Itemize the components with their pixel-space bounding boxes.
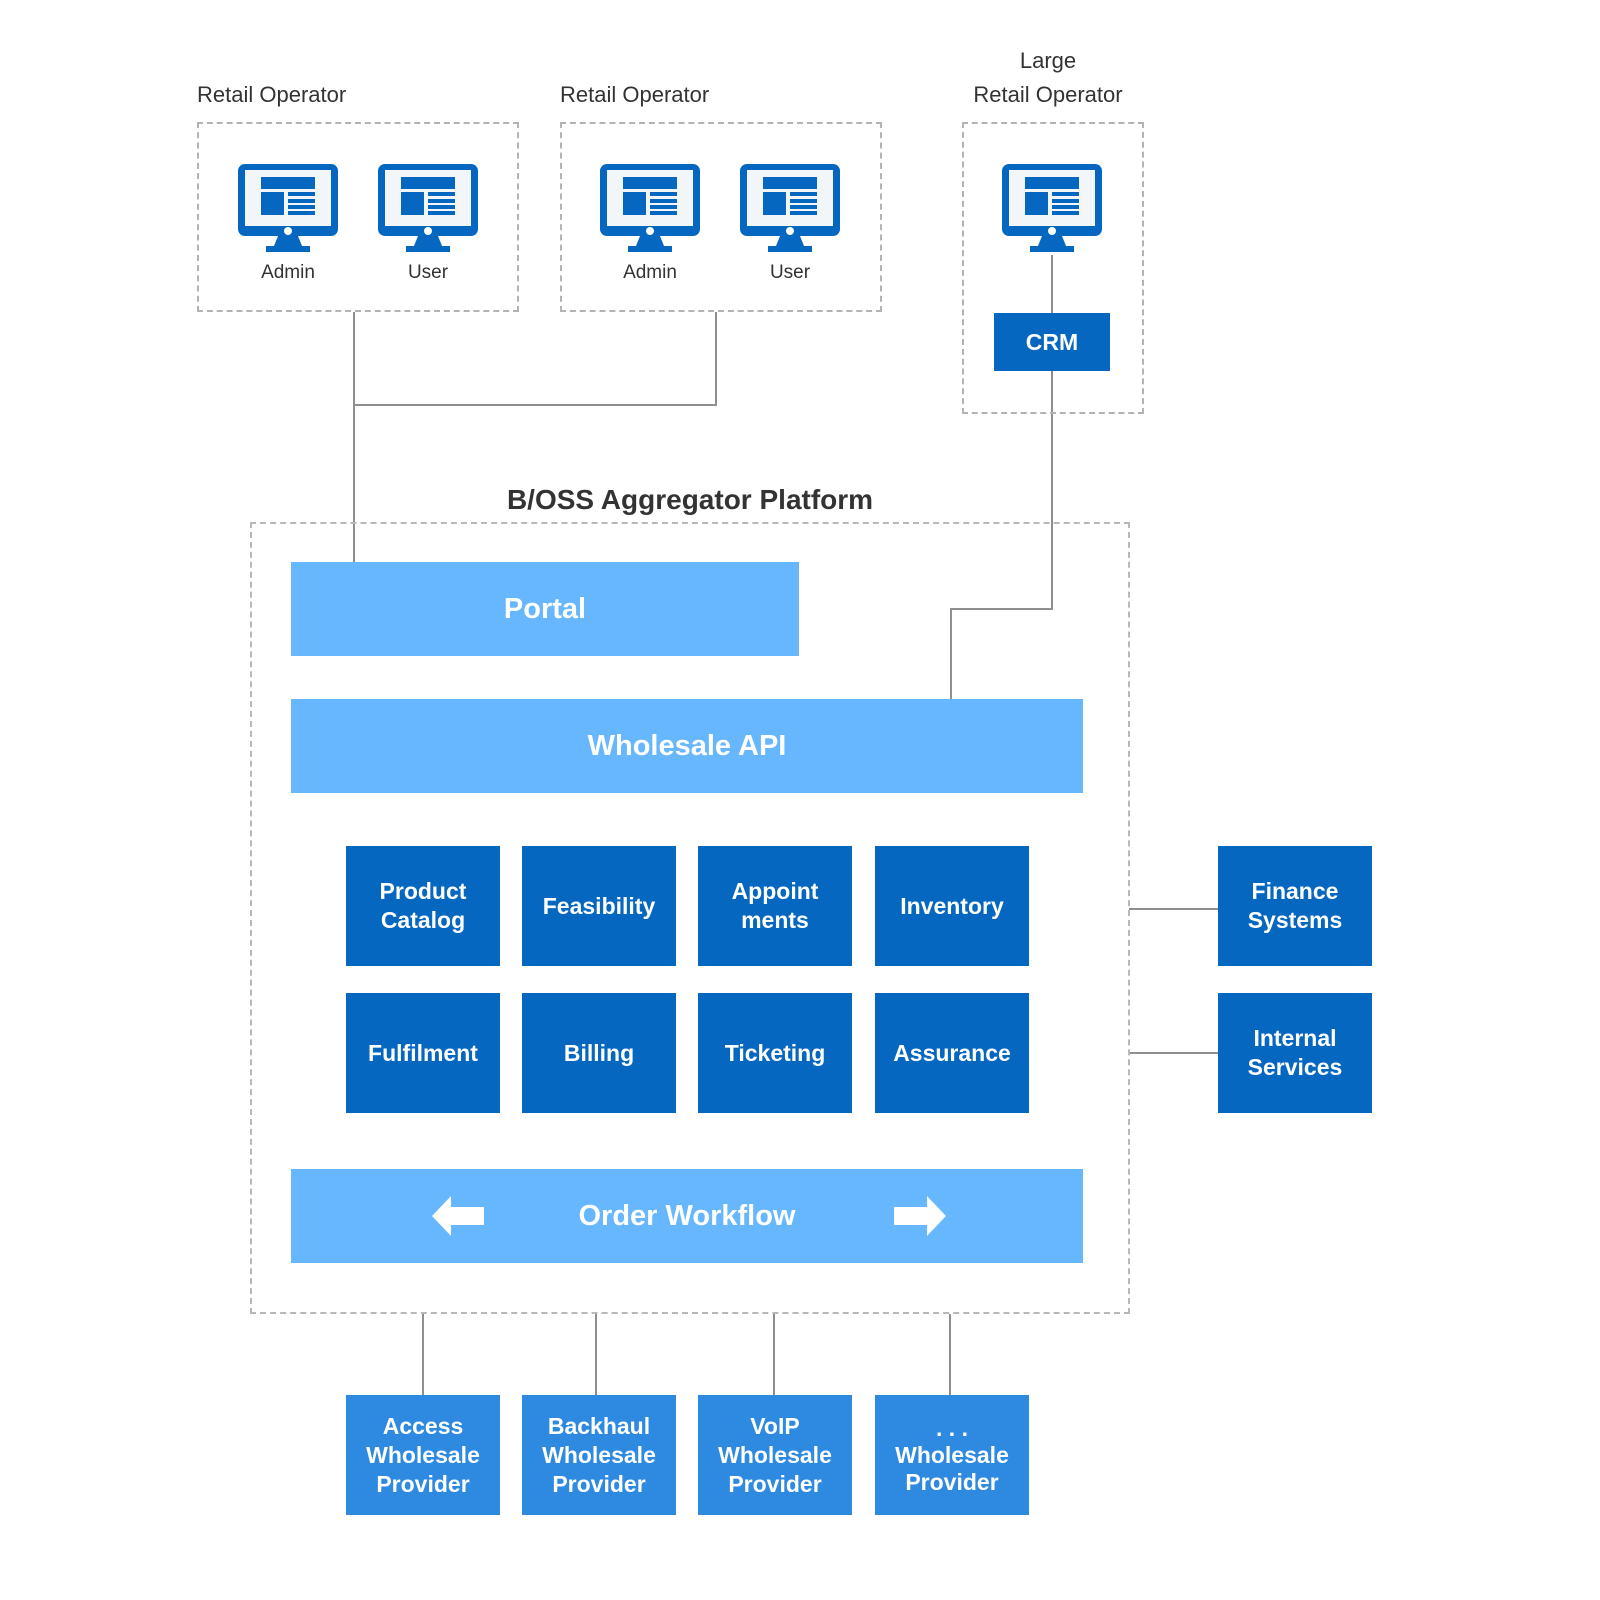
device-label: Admin bbox=[261, 262, 315, 283]
user-monitor-icon bbox=[740, 164, 840, 252]
module-appointments: Appoint ments bbox=[698, 846, 852, 966]
connector-provider-3 bbox=[773, 1314, 775, 1396]
admin-monitor-icon bbox=[600, 164, 700, 252]
platform-title: B/OSS Aggregator Platform bbox=[506, 484, 874, 515]
device-label: Admin bbox=[623, 262, 677, 283]
module-product-catalog: Product Catalog bbox=[346, 846, 500, 966]
finance-systems-box: Finance Systems bbox=[1218, 846, 1372, 966]
module-feasibility: Feasibility bbox=[522, 846, 676, 966]
wholesale-api-bar: Wholesale API bbox=[291, 699, 1083, 793]
device-label: User bbox=[407, 262, 449, 283]
connector-provider-1 bbox=[422, 1314, 424, 1396]
device-label: User bbox=[769, 262, 811, 283]
arrow-right-icon bbox=[894, 1196, 946, 1236]
connector-op-join bbox=[353, 404, 717, 406]
provider-backhaul: Backhaul Wholesale Provider bbox=[522, 1395, 676, 1515]
module-billing: Billing bbox=[522, 993, 676, 1113]
module-inventory: Inventory bbox=[875, 846, 1029, 966]
provider-voip: VoIP Wholesale Provider bbox=[698, 1395, 852, 1515]
module-ticketing: Ticketing bbox=[698, 993, 852, 1113]
module-fulfilment: Fulfilment bbox=[346, 993, 500, 1113]
connector-finance bbox=[1129, 908, 1219, 910]
module-assurance: Assurance bbox=[875, 993, 1029, 1113]
connector-provider-2 bbox=[595, 1314, 597, 1396]
connector-op2 bbox=[715, 312, 717, 406]
user-monitor-icon bbox=[378, 164, 478, 252]
operator-1-label: Retail Operator bbox=[197, 82, 347, 107]
connector-provider-4 bbox=[949, 1314, 951, 1396]
monitor-icon bbox=[1002, 164, 1102, 252]
connector-internal bbox=[1129, 1052, 1219, 1054]
large-operator-label-1: Large bbox=[1019, 48, 1077, 73]
arrow-left-icon bbox=[432, 1196, 484, 1236]
provider-access: Access Wholesale Provider bbox=[346, 1395, 500, 1515]
internal-services-box: Internal Services bbox=[1218, 993, 1372, 1113]
provider-other: . . . Wholesale Provider bbox=[875, 1395, 1029, 1515]
order-workflow-bar: Order Workflow bbox=[291, 1169, 1083, 1263]
portal-bar: Portal bbox=[291, 562, 799, 656]
large-operator-label-2: Retail Operator bbox=[973, 82, 1123, 107]
crm-box: CRM bbox=[994, 313, 1110, 371]
admin-monitor-icon bbox=[238, 164, 338, 252]
operator-2-label: Retail Operator bbox=[560, 82, 710, 107]
